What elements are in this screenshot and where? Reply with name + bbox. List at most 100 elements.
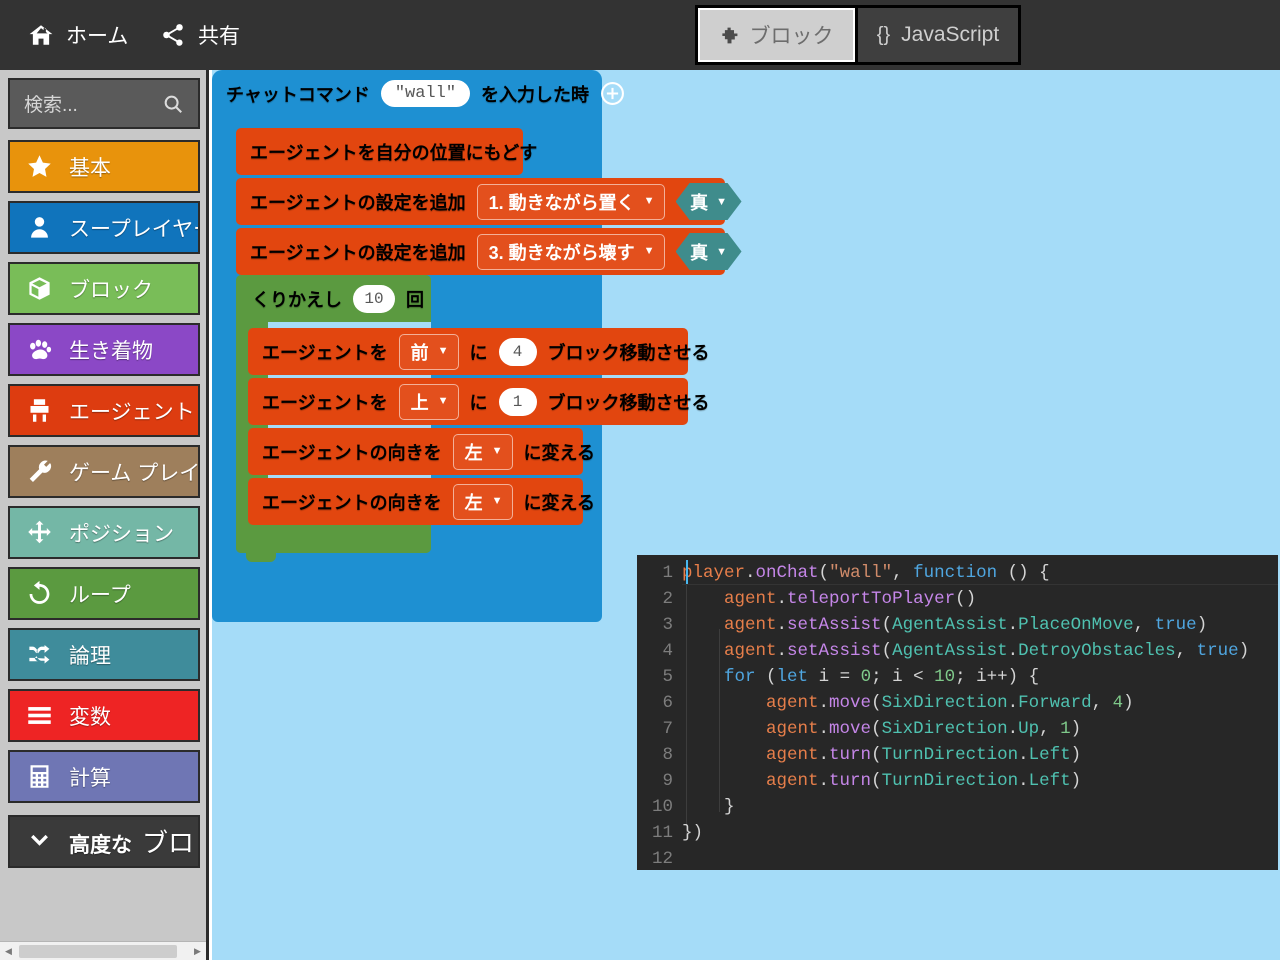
sidebar-item-agent[interactable]: エージェント <box>8 384 200 437</box>
code-token: . <box>1007 615 1019 635</box>
sidebar-item-player[interactable]: スープレイヤー <box>8 201 200 254</box>
code-token: }) <box>682 823 704 843</box>
chevron-down-icon: ▼ <box>716 195 727 208</box>
code-token: ; i < <box>871 667 935 687</box>
boolean-block-true-1[interactable]: 真 ▼ <box>676 183 742 220</box>
agent-move-mid-2: に <box>469 392 488 413</box>
plus-circle-icon[interactable] <box>600 81 625 106</box>
editor-line-numbers: 1 2 3 4 5 6 7 8 9 10 11 12 <box>637 555 682 870</box>
sidebar-item-blocks[interactable]: ブロック <box>8 262 200 315</box>
code-token: . <box>1007 693 1019 713</box>
lines-icon <box>26 702 53 729</box>
sidebar-item-advanced[interactable]: 高度な ブロック <box>8 815 200 868</box>
repeat-label: くりかえし <box>252 289 342 310</box>
editor-code-line[interactable]: agent.move(SixDirection.Forward, 4) <box>682 690 1278 716</box>
tab-blocks[interactable]: ブロック <box>695 5 858 65</box>
scrollbar-thumb[interactable] <box>19 944 177 958</box>
editor-line-number: 9 <box>662 771 673 791</box>
code-token: . <box>818 771 830 791</box>
editor-code-line[interactable]: agent.setAssist(AgentAssist.PlaceOnMove,… <box>682 612 1278 638</box>
sidebar-item-loops[interactable]: ループ <box>8 567 200 620</box>
editor-code-line[interactable]: agent.move(SixDirection.Up, 1) <box>682 716 1278 742</box>
code-token: 0 <box>860 667 872 687</box>
menu-item-home-label: ホーム <box>66 25 129 48</box>
wrench-icon <box>26 458 53 485</box>
sidebar-item-advanced-label-rest: ブロック <box>142 828 198 858</box>
code-token: agent <box>766 745 819 765</box>
assist-type-dropdown-2[interactable]: 3. 動きながら壊す ▼ <box>476 233 665 270</box>
code-token: . <box>776 641 788 661</box>
scroll-right-arrow[interactable]: ▶ <box>189 942 206 960</box>
block-agent-turn-left-1[interactable]: エージェントの向きを 左 ▼ に変える <box>248 428 595 475</box>
sidebar-item-gameplay[interactable]: ゲーム プレイ <box>8 445 200 498</box>
editor-code-line[interactable]: } <box>682 794 1278 820</box>
code-token: move <box>829 693 872 713</box>
code-token: PlaceOnMove <box>1018 615 1134 635</box>
block-agent-set-assist-destroy[interactable]: エージェントの設定を追加 3. 動きながら壊す ▼ 真 ▼ <box>236 228 725 275</box>
turn-direction-dropdown-1[interactable]: 左 ▼ <box>452 433 513 470</box>
block-agent-move-up[interactable]: エージェントを 上 ▼ に 1 ブロック移動させる <box>248 378 710 425</box>
code-token: function <box>913 563 998 583</box>
sidebar-item-logic[interactable]: 論理 <box>8 628 200 681</box>
assist-type-dropdown-1[interactable]: 1. 動きながら置く ▼ <box>476 183 665 220</box>
block-agent-set-assist-place[interactable]: エージェントの設定を追加 1. 動きながら置く ▼ 真 ▼ <box>236 178 725 225</box>
tab-javascript[interactable]: {} JavaScript <box>858 5 1021 65</box>
sidebar-item-position[interactable]: ポジション <box>8 506 200 559</box>
code-token: . <box>776 615 788 635</box>
move-direction-dropdown-1[interactable]: 前 ▼ <box>398 333 459 370</box>
code-token: "wall" <box>829 563 893 583</box>
repeat-count-field[interactable]: 10 <box>353 284 395 313</box>
scroll-left-arrow[interactable]: ◀ <box>0 942 17 960</box>
code-token: agent <box>766 771 819 791</box>
code-token: player <box>682 563 746 583</box>
code-token: . <box>745 563 756 583</box>
search-placeholder: 検索... <box>24 95 78 116</box>
search-input[interactable]: 検索... <box>8 78 200 129</box>
move-distance-field-2[interactable]: 1 <box>498 387 537 416</box>
move-direction-dropdown-2[interactable]: 上 ▼ <box>398 383 459 420</box>
chevron-down-icon <box>26 828 53 855</box>
editor-code-line[interactable]: }) <box>682 820 1278 846</box>
scrollbar-track[interactable] <box>17 942 189 960</box>
code-token: for <box>724 667 756 687</box>
javascript-code-preview[interactable]: 1 2 3 4 5 6 7 8 9 10 11 12 player.onChat("wall", fu… <box>637 555 1278 870</box>
code-token: ) <box>1123 693 1134 713</box>
code-token: ) <box>1070 719 1082 739</box>
editor-line-number: 10 <box>651 797 673 817</box>
sidebar-item-mobs[interactable]: 生き着物 <box>8 323 200 376</box>
agent-teleport-label: エージェントを自分の位置にもどす <box>250 142 538 163</box>
move-distance-field-1[interactable]: 4 <box>498 337 537 366</box>
editor-code-line[interactable]: for (let i = 0; i < 10; i++) { <box>682 664 1278 690</box>
editor-code-line[interactable]: agent.setAssist(AgentAssist.DetroyObstac… <box>682 638 1278 664</box>
block-agent-turn-left-2[interactable]: エージェントの向きを 左 ▼ に変える <box>248 478 595 525</box>
chevron-down-icon: ▼ <box>491 495 503 507</box>
block-agent-move-forward[interactable]: エージェントを 前 ▼ に 4 ブロック移動させる <box>248 328 710 375</box>
editor-code-lines[interactable]: player.onChat("wall", function () { agen… <box>682 555 1278 870</box>
code-token: setAssist <box>787 615 882 635</box>
agent-turn-pre-1: エージェントの向きを <box>262 442 442 463</box>
turn-direction-dropdown-2[interactable]: 左 ▼ <box>452 483 513 520</box>
editor-code-line[interactable]: agent.teleportToPlayer() <box>682 586 1278 612</box>
block-notch <box>236 117 266 126</box>
editor-code-line[interactable] <box>682 846 1278 870</box>
sidebar-item-variables[interactable]: 変数 <box>8 689 200 742</box>
puzzle-icon <box>720 26 739 45</box>
boolean-value-1: 真 <box>690 192 709 213</box>
sidebar-item-basic-label: 基本 <box>69 156 111 180</box>
agent-icon <box>26 397 53 424</box>
sidebar-item-basic[interactable]: 基本 <box>8 140 200 193</box>
sidebar-item-math[interactable]: 計算 <box>8 750 200 803</box>
blocks-workspace-canvas[interactable]: チャットコマンド "wall" を入力した時 エージェントを自分の位置にもどす … <box>212 70 1280 960</box>
agent-turn-pre-2: エージェントの向きを <box>262 492 442 513</box>
editor-code-line[interactable]: agent.turn(TurnDirection.Left) <box>682 742 1278 768</box>
sidebar-horizontal-scrollbar[interactable]: ◀ ▶ <box>0 941 206 960</box>
chat-command-field[interactable]: "wall" <box>380 79 471 108</box>
code-token: Up <box>1018 719 1040 739</box>
editor-code-line[interactable]: player.onChat("wall", function () { <box>682 560 1278 586</box>
menu-item-share[interactable]: 共有 <box>148 0 252 70</box>
boolean-block-true-2[interactable]: 真 ▼ <box>676 233 742 270</box>
editor-code-line[interactable]: agent.turn(TurnDirection.Left) <box>682 768 1278 794</box>
code-token: 10 <box>934 667 956 687</box>
block-agent-teleport-to-player[interactable]: エージェントを自分の位置にもどす <box>236 128 537 175</box>
menu-item-home[interactable]: ホーム <box>16 0 140 70</box>
